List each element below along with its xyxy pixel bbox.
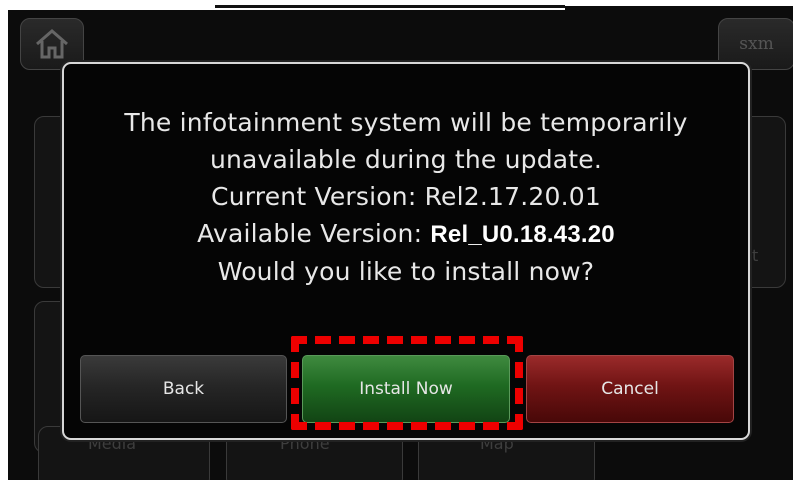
install-now-button-label: Install Now	[359, 379, 453, 399]
current-version-text: Current Version: Rel2.17.20.01	[211, 182, 601, 211]
sxm-label: sxm	[739, 34, 774, 54]
screenshot-frame: Media Phone Map t sxm The infotainment s…	[0, 0, 793, 480]
install-now-button[interactable]: Install Now	[302, 355, 510, 423]
background-edge-letter: t	[752, 246, 759, 265]
back-button-label: Back	[162, 379, 205, 399]
home-icon	[36, 29, 68, 59]
back-button[interactable]: Back	[80, 355, 287, 423]
cancel-button-label: Cancel	[601, 379, 659, 399]
message-line-1: The infotainment system will be temporar…	[124, 108, 688, 137]
install-question: Would you like to install now?	[217, 257, 595, 286]
photo-crop-line	[215, 5, 565, 8]
available-version-value: Rel_U0.18.43.20	[430, 221, 615, 248]
infotainment-screen: Media Phone Map t sxm The infotainment s…	[8, 6, 793, 480]
cancel-button[interactable]: Cancel	[526, 355, 734, 423]
message-line-2: unavailable during the update.	[209, 145, 603, 174]
available-version-row: Available Version: Rel_U0.18.43.20	[64, 215, 748, 253]
dialog-message: The infotainment system will be temporar…	[64, 104, 748, 290]
update-dialog: The infotainment system will be temporar…	[62, 62, 750, 440]
available-version-label: Available Version:	[197, 219, 431, 248]
